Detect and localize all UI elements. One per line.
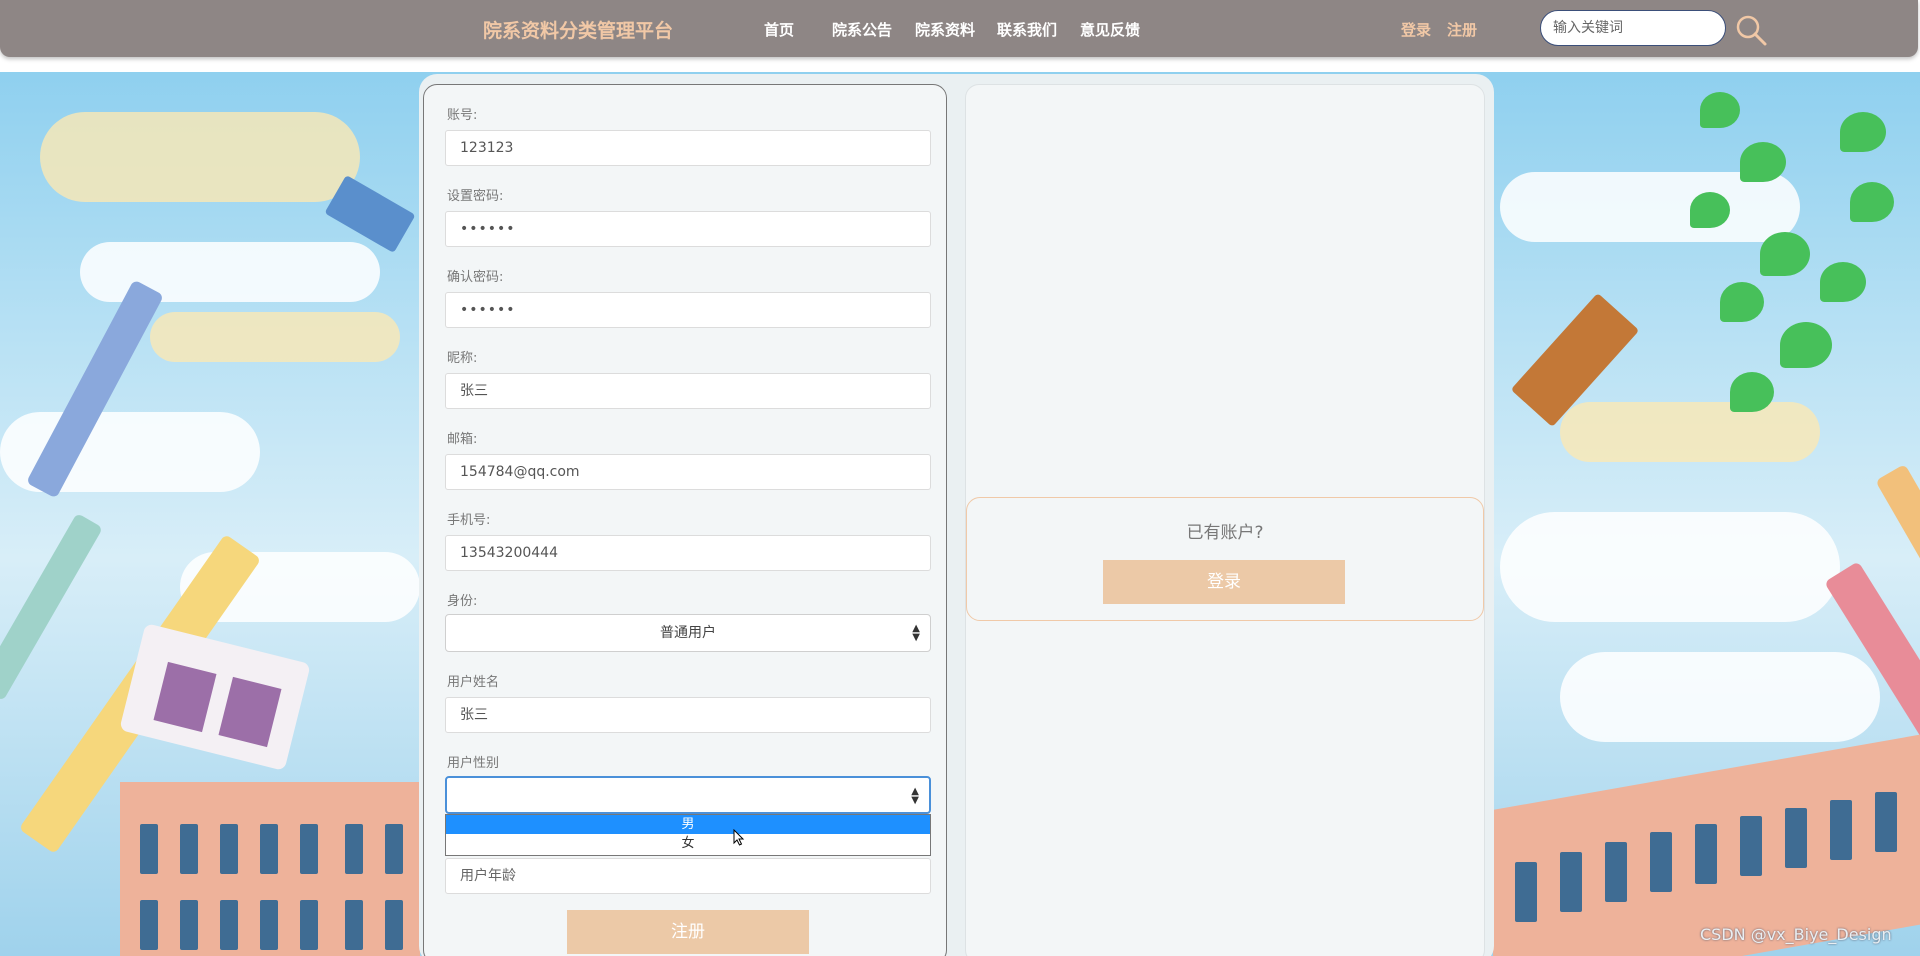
select-arrows-icon: ▲ ▼ [912, 623, 920, 643]
nav-announcements[interactable]: 院系公告 [832, 19, 892, 40]
register-button[interactable]: 注册 [567, 910, 809, 954]
gender-dropdown: 男 女 [445, 814, 931, 856]
account-input[interactable]: 123123 [445, 130, 931, 166]
role-select[interactable]: 普通用户 ▲ ▼ [445, 614, 931, 652]
password-input[interactable]: •••••• [445, 211, 931, 247]
mouse-cursor-icon [733, 829, 745, 846]
nav-contact[interactable]: 联系我们 [997, 19, 1057, 40]
phone-label: 手机号: [447, 513, 491, 528]
search-input[interactable] [1540, 10, 1726, 46]
email-label: 邮箱: [447, 432, 478, 447]
select-arrows-icon: ▲ ▼ [911, 786, 919, 806]
watermark: CSDN @vx_Biye_Design [1700, 925, 1892, 944]
gender-label: 用户性别 [447, 756, 500, 771]
login-button[interactable]: 登录 [1103, 560, 1345, 604]
nickname-input[interactable]: 张三 [445, 373, 931, 409]
site-brand[interactable]: 院系资料分类管理平台 [483, 16, 673, 43]
username-label: 用户姓名 [447, 675, 500, 690]
have-account-text: 已有账户? [1186, 523, 1264, 543]
password-label: 设置密码: [447, 189, 504, 204]
nickname-label: 昵称: [447, 351, 478, 366]
age-input[interactable]: 用户年龄 [445, 858, 931, 894]
login-link[interactable]: 登录 [1401, 19, 1431, 40]
gender-option-female[interactable]: 女 [446, 834, 930, 853]
nav-home[interactable]: 首页 [764, 19, 794, 40]
email-input[interactable]: 154784@qq.com [445, 454, 931, 490]
search-icon[interactable] [1734, 13, 1768, 47]
register-link[interactable]: 注册 [1447, 19, 1477, 40]
role-value: 普通用户 [660, 625, 716, 641]
role-label: 身份: [447, 594, 478, 609]
username-input[interactable]: 张三 [445, 697, 931, 733]
top-navbar: 院系资料分类管理平台 首页 院系公告 院系资料 联系我们 意见反馈 登录 注册 [0, 0, 1918, 57]
gender-select[interactable]: ▲ ▼ [445, 776, 931, 814]
confirm-password-input[interactable]: •••••• [445, 292, 931, 328]
confirm-password-label: 确认密码: [447, 270, 504, 285]
nav-materials[interactable]: 院系资料 [915, 19, 975, 40]
gender-option-male[interactable]: 男 [446, 815, 930, 834]
nav-feedback[interactable]: 意见反馈 [1080, 19, 1140, 40]
phone-input[interactable]: 13543200444 [445, 535, 931, 571]
account-label: 账号: [447, 108, 478, 123]
